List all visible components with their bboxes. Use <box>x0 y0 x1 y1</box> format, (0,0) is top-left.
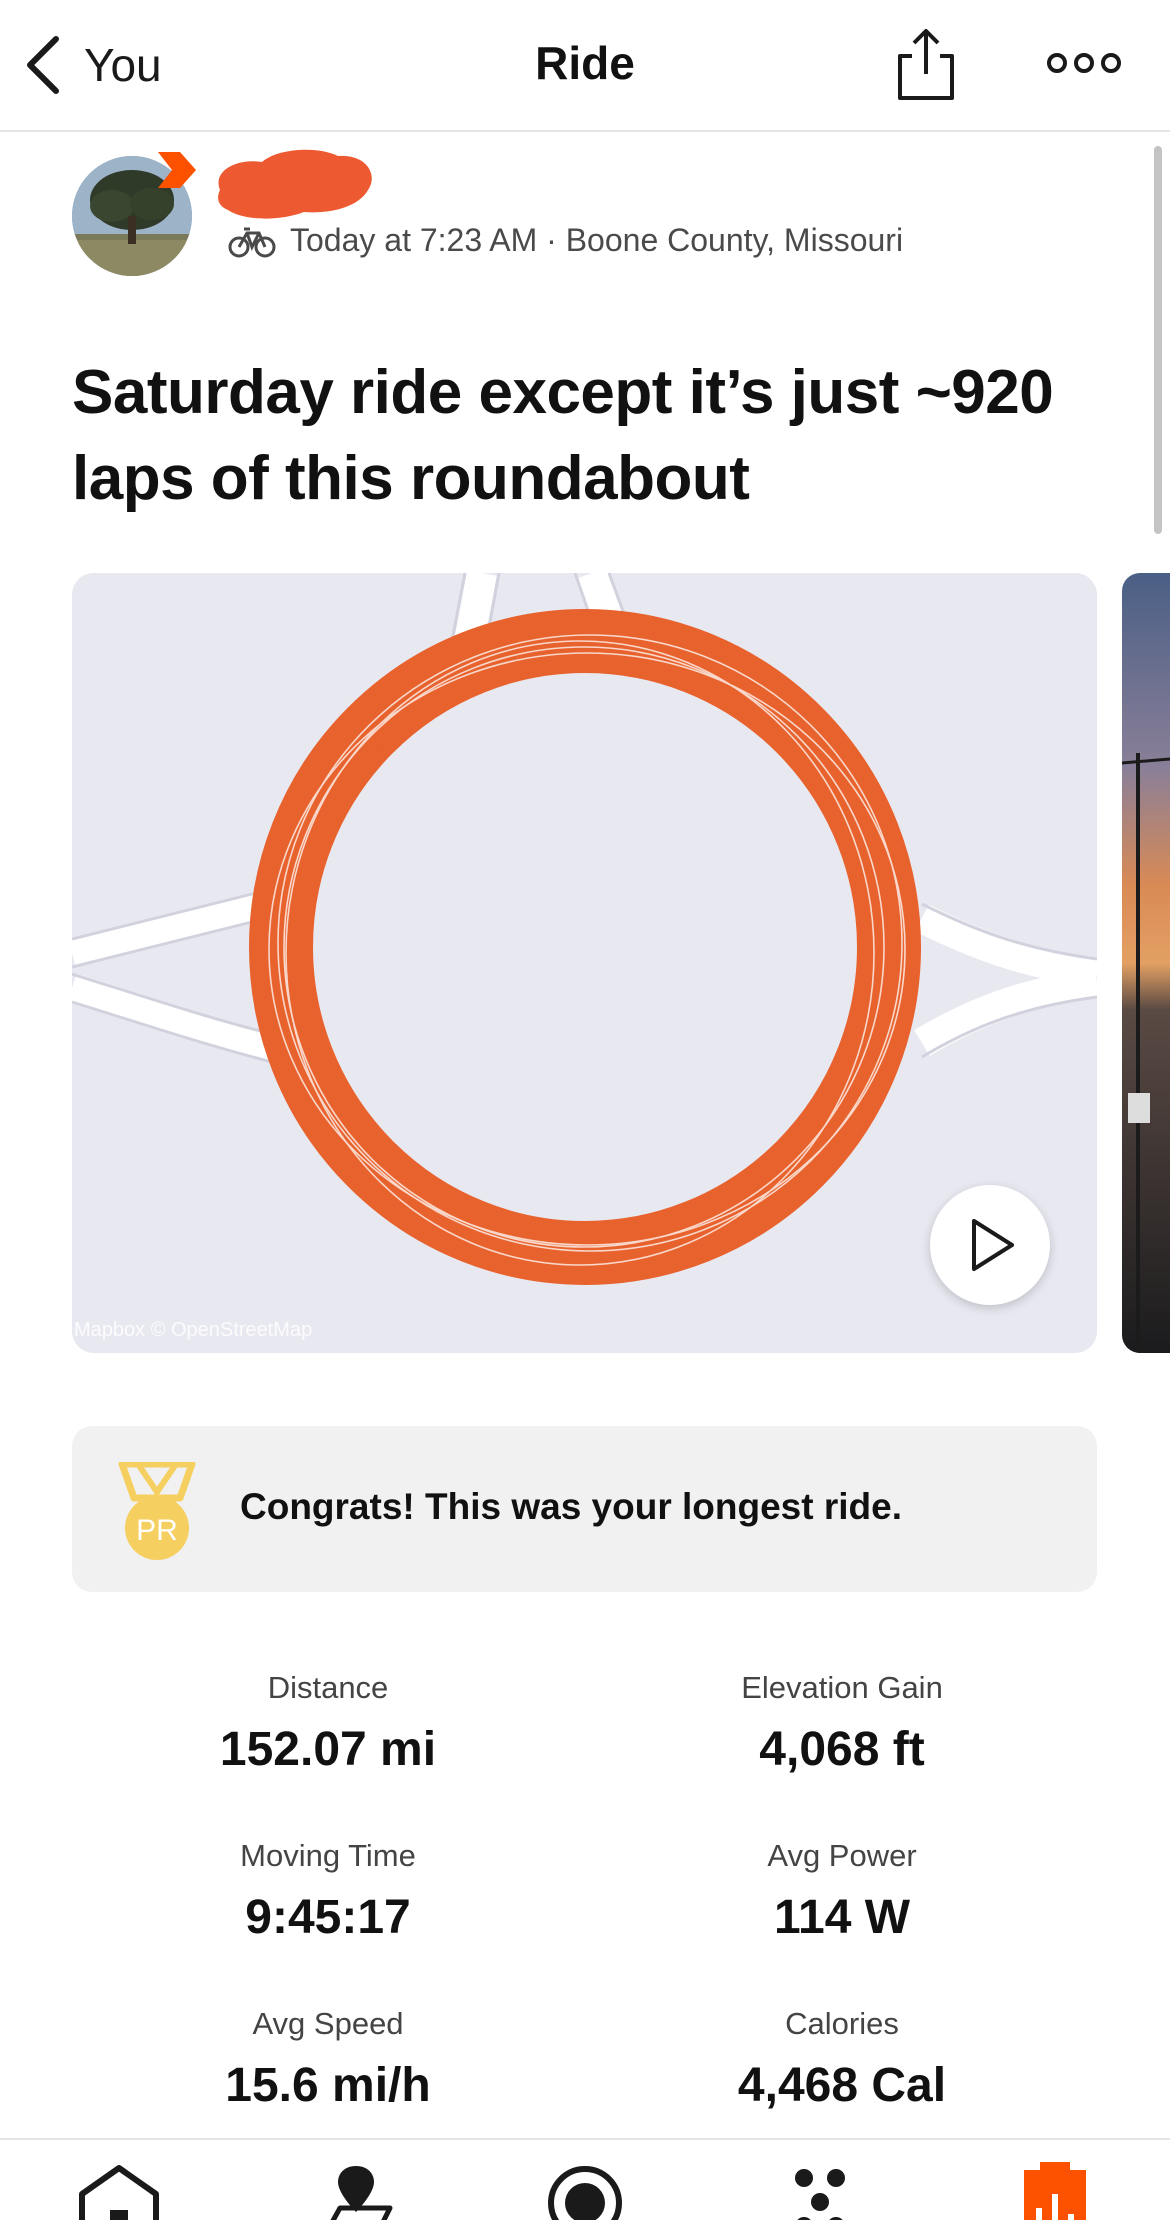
subscriber-badge-icon <box>158 152 196 188</box>
chevron-left-icon <box>27 36 59 94</box>
stat-value: 4,468 Cal <box>737 2059 947 2112</box>
home-icon[interactable] <box>74 2158 164 2220</box>
back-label: You <box>84 39 162 91</box>
more-options-icon[interactable] <box>1046 46 1122 80</box>
stat-value: 9:45:17 <box>245 1891 411 1944</box>
top-navigation-bar: You Ride <box>0 0 1170 132</box>
stat-moving-time: Moving Time 9:45:17 <box>68 1838 588 1945</box>
stat-label: Elevation Gain <box>741 1670 943 1705</box>
map-attribution[interactable]: Mapbox © OpenStreetMap <box>74 1319 312 1342</box>
activity-meta: Today at 7:23 AM · Boone County, Missour… <box>228 222 903 259</box>
stat-avg-power: Avg Power 114 W <box>582 1838 1102 1945</box>
activity-meta-text: Today at 7:23 AM · Boone County, Missour… <box>290 222 904 258</box>
achievement-text: Congrats! This was your longest ride. <box>240 1486 902 1527</box>
sunrise-photo <box>1122 573 1170 1353</box>
scrollbar[interactable] <box>1154 146 1162 534</box>
bike-icon <box>228 227 276 257</box>
stat-label: Avg Power <box>767 1838 917 1873</box>
maps-icon[interactable] <box>310 2158 400 2220</box>
activity-title[interactable]: Saturday ride except it’s just ~920 laps… <box>72 350 1112 522</box>
stat-value: 152.07 mi <box>219 1723 437 1776</box>
stat-value: 15.6 mi/h <box>225 2059 431 2112</box>
next-photo-thumbnail[interactable] <box>1122 573 1170 1353</box>
you-icon[interactable] <box>1010 2158 1100 2220</box>
stat-label: Calories <box>785 2006 899 2041</box>
pr-medal-icon: PR <box>118 1462 196 1560</box>
play-icon <box>972 1219 1014 1271</box>
stat-elevation-gain: Elevation Gain 4,068 ft <box>582 1670 1102 1777</box>
stat-label: Moving Time <box>240 1838 416 1873</box>
stat-calories: Calories 4,468 Cal <box>582 2006 1102 2113</box>
share-icon[interactable] <box>896 26 956 104</box>
play-flyover-button[interactable] <box>930 1185 1050 1305</box>
page-title: Ride <box>535 37 635 89</box>
stat-label: Distance <box>267 1670 389 1705</box>
groups-icon[interactable] <box>774 2158 864 2220</box>
stat-label: Avg Speed <box>252 2006 404 2041</box>
bottom-tab-bar <box>0 2138 1170 2220</box>
achievement-banner[interactable]: PR Congrats! This was your longest ride. <box>72 1426 1097 1592</box>
record-icon[interactable] <box>540 2158 630 2220</box>
stat-value: 4,068 ft <box>759 1723 925 1776</box>
pr-badge-text: PR <box>136 1514 178 1547</box>
back-button[interactable]: You <box>22 28 162 102</box>
athlete-name-redacted[interactable] <box>208 140 376 226</box>
stat-avg-speed: Avg Speed 15.6 mi/h <box>68 2006 588 2113</box>
stat-distance: Distance 152.07 mi <box>68 1670 588 1777</box>
stat-value: 114 W <box>773 1891 911 1944</box>
